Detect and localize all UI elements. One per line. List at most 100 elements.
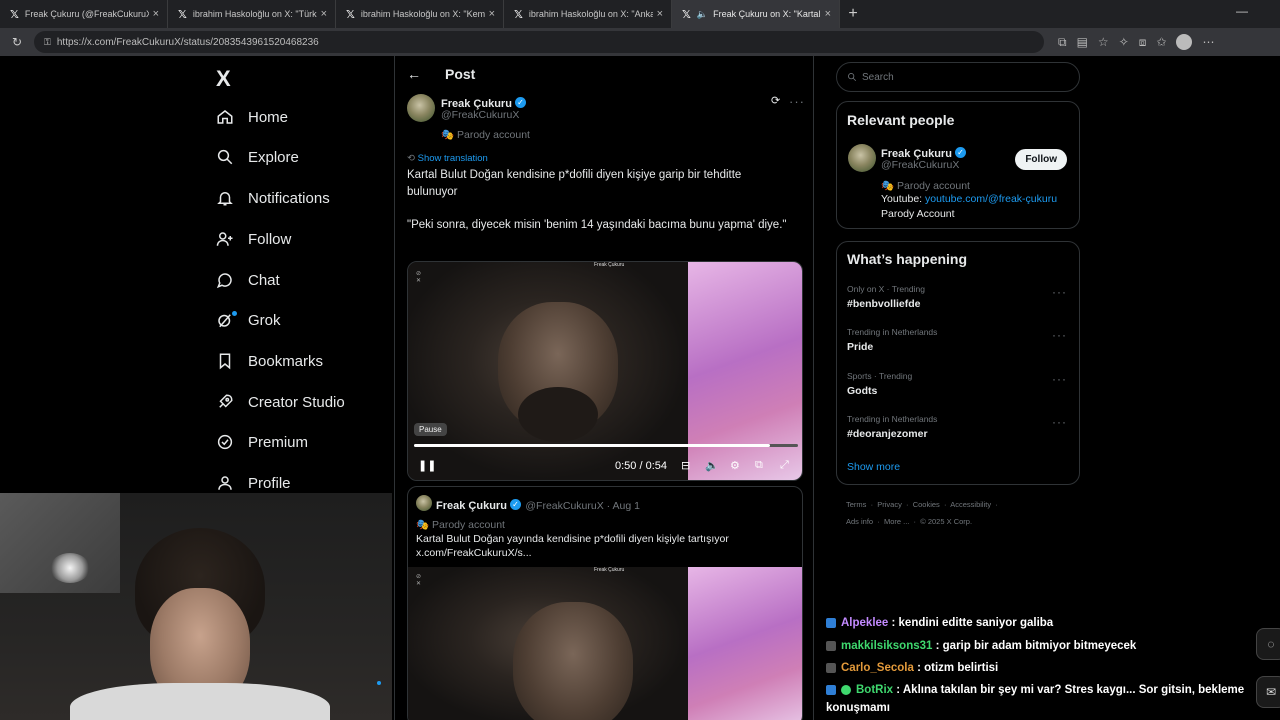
trend-meta: Trending in Netherlands <box>847 327 938 337</box>
footer-accessibility[interactable]: Accessibility <box>950 500 991 509</box>
footer-terms[interactable]: Terms <box>846 500 866 509</box>
new-tab-button[interactable]: + <box>840 5 866 23</box>
back-arrow-icon[interactable]: ← <box>407 66 421 82</box>
relevant-bio: Youtube: youtube.com/@freak-çukuru <box>881 193 1057 205</box>
pause-tooltip: Pause <box>414 423 447 436</box>
nav-item-chat[interactable]: Chat <box>214 265 280 295</box>
video-frame-left: ⊘ ✕ <box>408 567 688 720</box>
trend-item[interactable]: Trending in Netherlands #deoranjezomer <box>847 414 937 440</box>
avatar[interactable] <box>407 94 435 122</box>
chat-badge-icon <box>826 684 836 695</box>
trend-item[interactable]: Only on X · Trending #benbvolliefde <box>847 284 925 310</box>
favorites-bar-icon[interactable]: ✩ <box>1156 35 1166 49</box>
menu-icon[interactable]: ⋯ <box>1202 35 1214 49</box>
footer-more[interactable]: More ... <box>884 517 909 526</box>
reload-icon[interactable]: ↻ <box>6 35 28 49</box>
extensions-icon[interactable]: ✧ <box>1119 35 1129 49</box>
minimize-icon[interactable]: — <box>1236 4 1248 18</box>
trend-item[interactable]: Sports · Trending Godts <box>847 371 912 397</box>
video-frame-right <box>688 262 802 480</box>
settings-gear-icon[interactable]: ⚙ <box>730 459 740 472</box>
close-icon[interactable]: × <box>825 8 831 20</box>
profile-avatar[interactable] <box>1176 34 1193 50</box>
x-logo-icon: 𝕏 <box>514 8 523 21</box>
nav-label: Premium <box>248 433 309 451</box>
nav-item-home[interactable]: Home <box>214 102 288 132</box>
site-info-icon[interactable]: ⚿ <box>44 37 51 48</box>
trend-name: Godts <box>847 385 878 397</box>
more-options-icon[interactable]: ··· <box>1052 415 1067 429</box>
split-screen-icon[interactable]: ⧉ <box>1058 35 1067 50</box>
quoted-video[interactable]: ⊘ ✕ Freak Çukuru <box>408 567 802 720</box>
grok-icon[interactable]: ⟳ <box>771 94 780 107</box>
close-icon[interactable]: × <box>153 8 159 20</box>
close-icon[interactable]: × <box>489 8 495 20</box>
x-logo-icon[interactable]: X <box>216 66 231 92</box>
quoted-post[interactable]: Freak Çukuru ✓ @FreakCukuruX · Aug 1 🎭 Pa… <box>407 486 803 720</box>
close-icon[interactable]: × <box>657 8 663 20</box>
messages-icon[interactable]: ✉ <box>1256 676 1280 708</box>
nav-item-grok[interactable]: Grok <box>214 305 281 335</box>
home-icon <box>214 106 236 128</box>
close-icon[interactable]: × <box>321 8 327 20</box>
volume-icon[interactable]: 🔈 <box>705 459 719 472</box>
browser-tab[interactable]: 𝕏 ibrahim Haskoloğlu on X: "Ankara × <box>504 0 672 28</box>
nav-label: Follow <box>248 230 292 248</box>
browser-tab[interactable]: 𝕏 ibrahim Haskoloğlu on X: "Kemal × <box>336 0 504 28</box>
trend-item[interactable]: Trending in Netherlands Pride <box>847 327 937 353</box>
fullscreen-icon[interactable]: ⤢ <box>780 459 789 472</box>
video-player[interactable]: ⊘ ✕ Freak Çukuru Pause ❚❚ 0:50 / 0:54 ⊟ 🔈… <box>407 261 803 481</box>
icon-overlay: ⊘ ✕ <box>416 271 422 284</box>
parody-text: Parody account <box>457 129 530 141</box>
nav-item-notifications[interactable]: Notifications <box>214 183 330 213</box>
footer-cookies[interactable]: Cookies <box>913 500 940 509</box>
relevant-handle[interactable]: @FreakCukuruX <box>881 159 959 171</box>
relevant-people-panel: Relevant people Freak Çukuru ✓ @FreakCuku… <box>836 101 1080 229</box>
verified-badge-icon: ✓ <box>514 97 526 109</box>
more-options-icon[interactable]: ··· <box>1052 285 1067 299</box>
webcam-person-shirt <box>70 683 330 720</box>
show-translation-link[interactable]: ⟲ Show translation <box>407 153 488 164</box>
bio-link[interactable]: youtube.com/@freak-çukuru <box>925 193 1057 205</box>
speaker-icon[interactable]: 🔈 <box>697 9 708 20</box>
video-watermark: Freak Çukuru <box>594 262 625 268</box>
search-icon <box>214 146 236 168</box>
grok-chat-icon[interactable]: ◌ <box>1256 628 1280 660</box>
nav-item-bookmarks[interactable]: Bookmarks <box>214 346 323 376</box>
nav-label: Chat <box>248 271 280 289</box>
url-field[interactable]: ⚿ https://x.com/FreakCukuruX/status/2083… <box>34 31 1044 53</box>
footer-ads-info[interactable]: Ads info <box>846 517 873 526</box>
captions-icon[interactable]: ⊟ <box>681 459 690 472</box>
quoted-text: Kartal Bulut Doğan yayında kendisine p*d… <box>416 533 729 559</box>
video-progress-bar[interactable] <box>414 444 798 447</box>
bookmark-icon <box>214 350 236 372</box>
search-input[interactable]: Search <box>836 62 1080 92</box>
panel-title: What’s happening <box>847 251 968 267</box>
favorite-icon[interactable]: ☆ <box>1098 35 1109 49</box>
verified-badge-icon: ✓ <box>509 499 521 511</box>
follow-button[interactable]: Follow <box>1015 149 1067 170</box>
browser-tab[interactable]: 𝕏 Freak Çukuru (@FreakCukuruX) / X × <box>0 0 168 28</box>
pause-icon[interactable]: ❚❚ <box>418 459 436 472</box>
browser-tab-active[interactable]: 𝕏 🔈 Freak Çukuru on X: "Kartal Bul × <box>672 0 840 28</box>
rocket-icon <box>214 391 236 413</box>
collections-icon[interactable]: ⧈ <box>1139 35 1147 50</box>
show-more-link[interactable]: Show more <box>847 461 900 473</box>
reading-icon[interactable]: ▤ <box>1077 35 1088 49</box>
nav-item-follow[interactable]: Follow <box>214 224 291 254</box>
nav-item-premium[interactable]: Premium <box>214 427 308 457</box>
page-title: Post <box>445 66 476 82</box>
nav-item-creator-studio[interactable]: Creator Studio <box>214 387 345 417</box>
author-handle[interactable]: @FreakCukuruX <box>441 109 519 121</box>
picture-in-picture-icon[interactable]: ⧉ <box>755 459 763 472</box>
more-options-icon[interactable]: ··· <box>1052 328 1067 342</box>
browser-tab[interactable]: 𝕏 ibrahim Haskoloğlu on X: "Türkiye × <box>168 0 336 28</box>
more-options-icon[interactable]: ··· <box>1052 372 1067 386</box>
nav-item-explore[interactable]: Explore <box>214 142 299 172</box>
nav-label: Explore <box>248 148 299 166</box>
avatar[interactable] <box>848 144 876 172</box>
footer-privacy[interactable]: Privacy <box>877 500 902 509</box>
tab-title: Freak Çukuru (@FreakCukuruX) / X <box>24 9 149 19</box>
more-options-icon[interactable]: ··· <box>789 94 805 109</box>
icon-overlay: ⊘ ✕ <box>416 574 422 587</box>
